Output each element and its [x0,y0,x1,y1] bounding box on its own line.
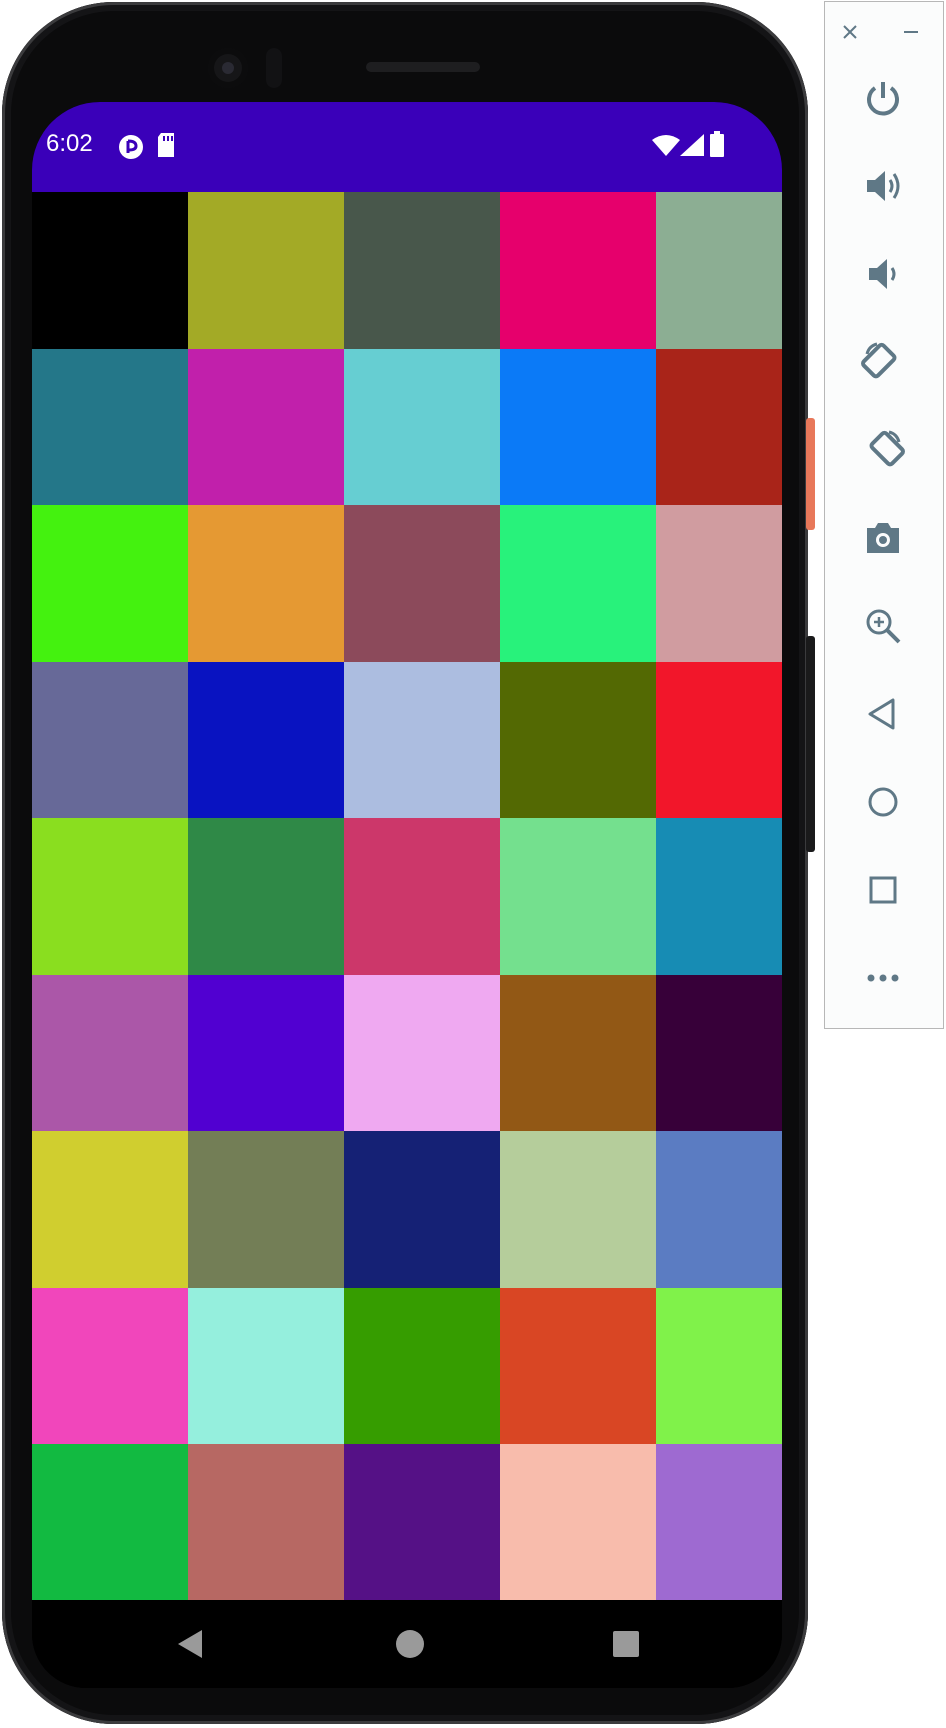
recents-icon[interactable] [608,1626,644,1667]
proximity-sensor [266,48,282,88]
color-tile[interactable] [32,1444,188,1601]
power-icon[interactable] [857,72,909,124]
color-tile[interactable] [32,348,188,505]
color-tile[interactable] [656,348,782,505]
color-tile[interactable] [188,974,344,1131]
color-tile[interactable] [344,505,500,662]
color-tile[interactable] [188,818,344,975]
status-bar: 6:02 [32,102,782,192]
color-tile[interactable] [500,974,656,1131]
earpiece-speaker [366,62,480,72]
home-icon[interactable] [392,1626,428,1667]
color-tile[interactable] [32,661,188,818]
color-tile[interactable] [32,1131,188,1288]
color-tile[interactable] [656,974,782,1131]
color-tile[interactable] [32,192,188,349]
navigation-bar [32,1600,782,1688]
color-tile[interactable] [188,1444,344,1601]
color-tile[interactable] [344,661,500,818]
color-tile[interactable] [344,1131,500,1288]
color-tile[interactable] [344,974,500,1131]
color-tile[interactable] [188,505,344,662]
color-tile[interactable] [656,818,782,975]
camera-icon[interactable] [857,512,909,564]
color-tile[interactable] [656,1444,782,1601]
color-tile[interactable] [500,818,656,975]
color-tile[interactable] [188,1287,344,1444]
color-tile[interactable] [188,348,344,505]
rotate-left-icon[interactable] [857,336,909,388]
volume-up-icon[interactable] [857,160,909,212]
color-tile[interactable] [344,1287,500,1444]
side-button [806,418,815,530]
rotate-right-icon[interactable] [857,424,909,476]
color-tile[interactable] [188,661,344,818]
color-tile[interactable] [656,661,782,818]
signal-icon [680,134,704,161]
color-tile[interactable] [500,192,656,349]
color-tile[interactable] [32,818,188,975]
wifi-icon [652,134,680,161]
phone-frame: 6:02 [2,2,808,1724]
battery-icon [710,131,724,162]
color-tile[interactable] [656,1287,782,1444]
color-tile[interactable] [500,1287,656,1444]
overview-icon[interactable] [857,864,909,916]
data-usage-icon [118,134,144,165]
color-tile[interactable] [188,1131,344,1288]
color-tile[interactable] [344,818,500,975]
status-time: 6:02 [46,130,93,157]
more-icon[interactable] [857,952,909,1004]
color-tile[interactable] [344,348,500,505]
emulator-panel [824,1,944,1029]
color-tile[interactable] [500,1444,656,1601]
color-tile[interactable] [32,505,188,662]
color-tile[interactable] [656,1131,782,1288]
zoom-icon[interactable] [857,600,909,652]
side-button [806,636,815,852]
color-tile[interactable] [500,661,656,818]
back-icon[interactable] [857,688,909,740]
minimize-icon[interactable] [897,18,925,46]
device-screen: 6:02 [32,102,782,1688]
color-tile[interactable] [500,505,656,662]
color-tile[interactable] [656,192,782,349]
close-icon[interactable] [836,18,864,46]
color-tile[interactable] [344,1444,500,1601]
sd-card-icon [156,132,176,163]
color-grid [32,192,782,1601]
color-tile[interactable] [188,192,344,349]
color-tile[interactable] [32,974,188,1131]
color-tile[interactable] [32,1287,188,1444]
home-icon[interactable] [857,776,909,828]
color-tile[interactable] [656,505,782,662]
front-camera [208,48,248,88]
volume-down-icon[interactable] [857,248,909,300]
back-icon[interactable] [174,1626,210,1667]
color-tile[interactable] [500,1131,656,1288]
color-tile[interactable] [500,348,656,505]
color-tile[interactable] [344,192,500,349]
